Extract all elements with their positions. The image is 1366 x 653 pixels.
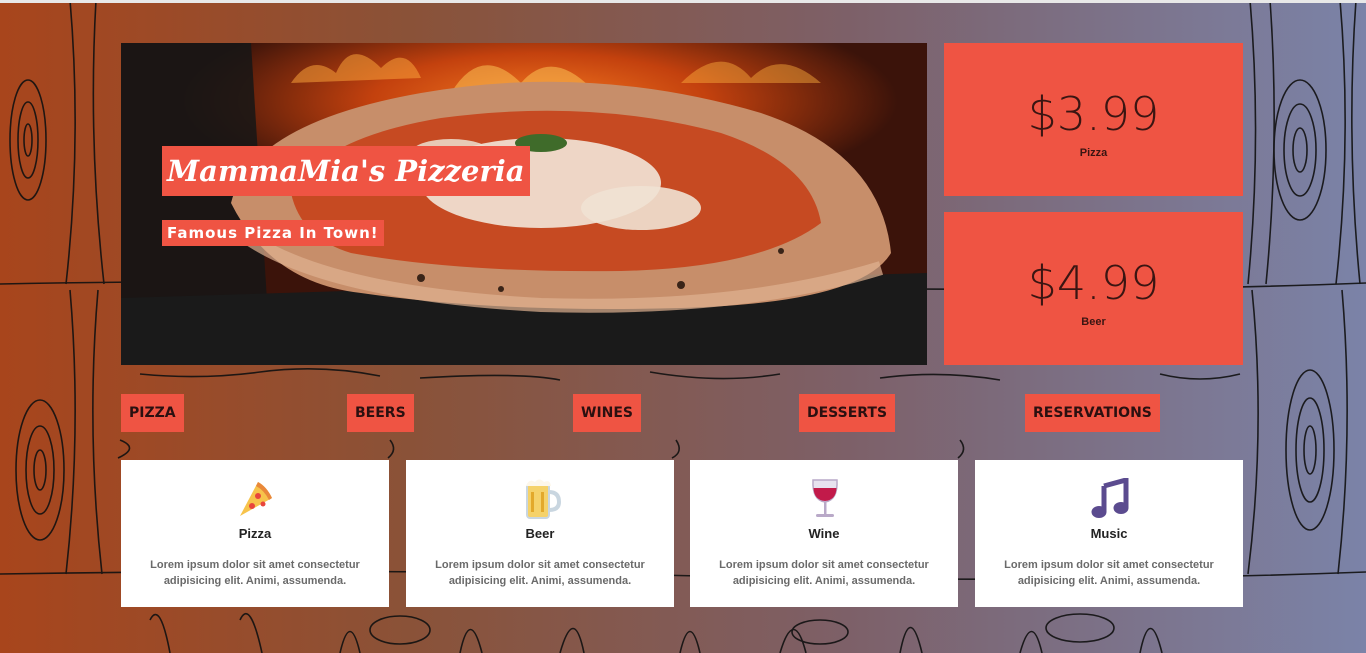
window-top-border [0,0,1366,3]
card-title: Music [1090,526,1128,541]
restaurant-tagline: Famous Pizza In Town! [162,220,384,246]
menu-link-wines[interactable]: WINES [573,394,642,432]
wine-glass-icon [812,479,838,517]
menu-link-beers[interactable]: BEERS [347,394,414,432]
feature-card-wine: Wine Lorem ipsum dolor sit amet consecte… [690,460,958,607]
feature-card-pizza: Pizza Lorem ipsum dolor sit amet consect… [121,460,389,607]
price-card-beer: $4.99 Beer [944,212,1243,365]
price-item-label: Pizza [1079,147,1108,159]
restaurant-title: MammaMia's Pizzeria [162,146,530,196]
card-description: Lorem ipsum dolor sit amet consectetur a… [435,559,645,587]
card-title: Pizza [238,526,272,541]
menu-link-desserts[interactable]: DESSERTS [799,394,896,432]
price-card-pizza: $3.99 Pizza [944,43,1243,196]
pizza-photo [121,43,927,365]
card-description: Lorem ipsum dolor sit amet consectetur a… [719,559,929,587]
pizza-icon [240,482,272,516]
hero-banner: MammaMia's Pizzeria Famous Pizza In Town… [121,43,927,365]
card-description: Lorem ipsum dolor sit amet consectetur a… [150,559,360,587]
menu-link-reservations[interactable]: RESERVATIONS [1025,394,1160,432]
price-item-label: Beer [1081,316,1106,328]
card-title: Wine [808,526,840,541]
menu-link-pizza[interactable]: PIZZA [121,394,184,432]
price-amount: $3.99 [1027,87,1160,141]
price-amount: $4.99 [1027,256,1160,310]
music-note-icon [1091,478,1129,518]
feature-card-beer: Beer Lorem ipsum dolor sit amet consecte… [406,460,674,607]
card-description: Lorem ipsum dolor sit amet consectetur a… [1004,559,1214,587]
beer-mug-icon [526,479,561,519]
feature-card-music: Music Lorem ipsum dolor sit amet consect… [975,460,1243,607]
card-title: Beer [525,526,555,541]
